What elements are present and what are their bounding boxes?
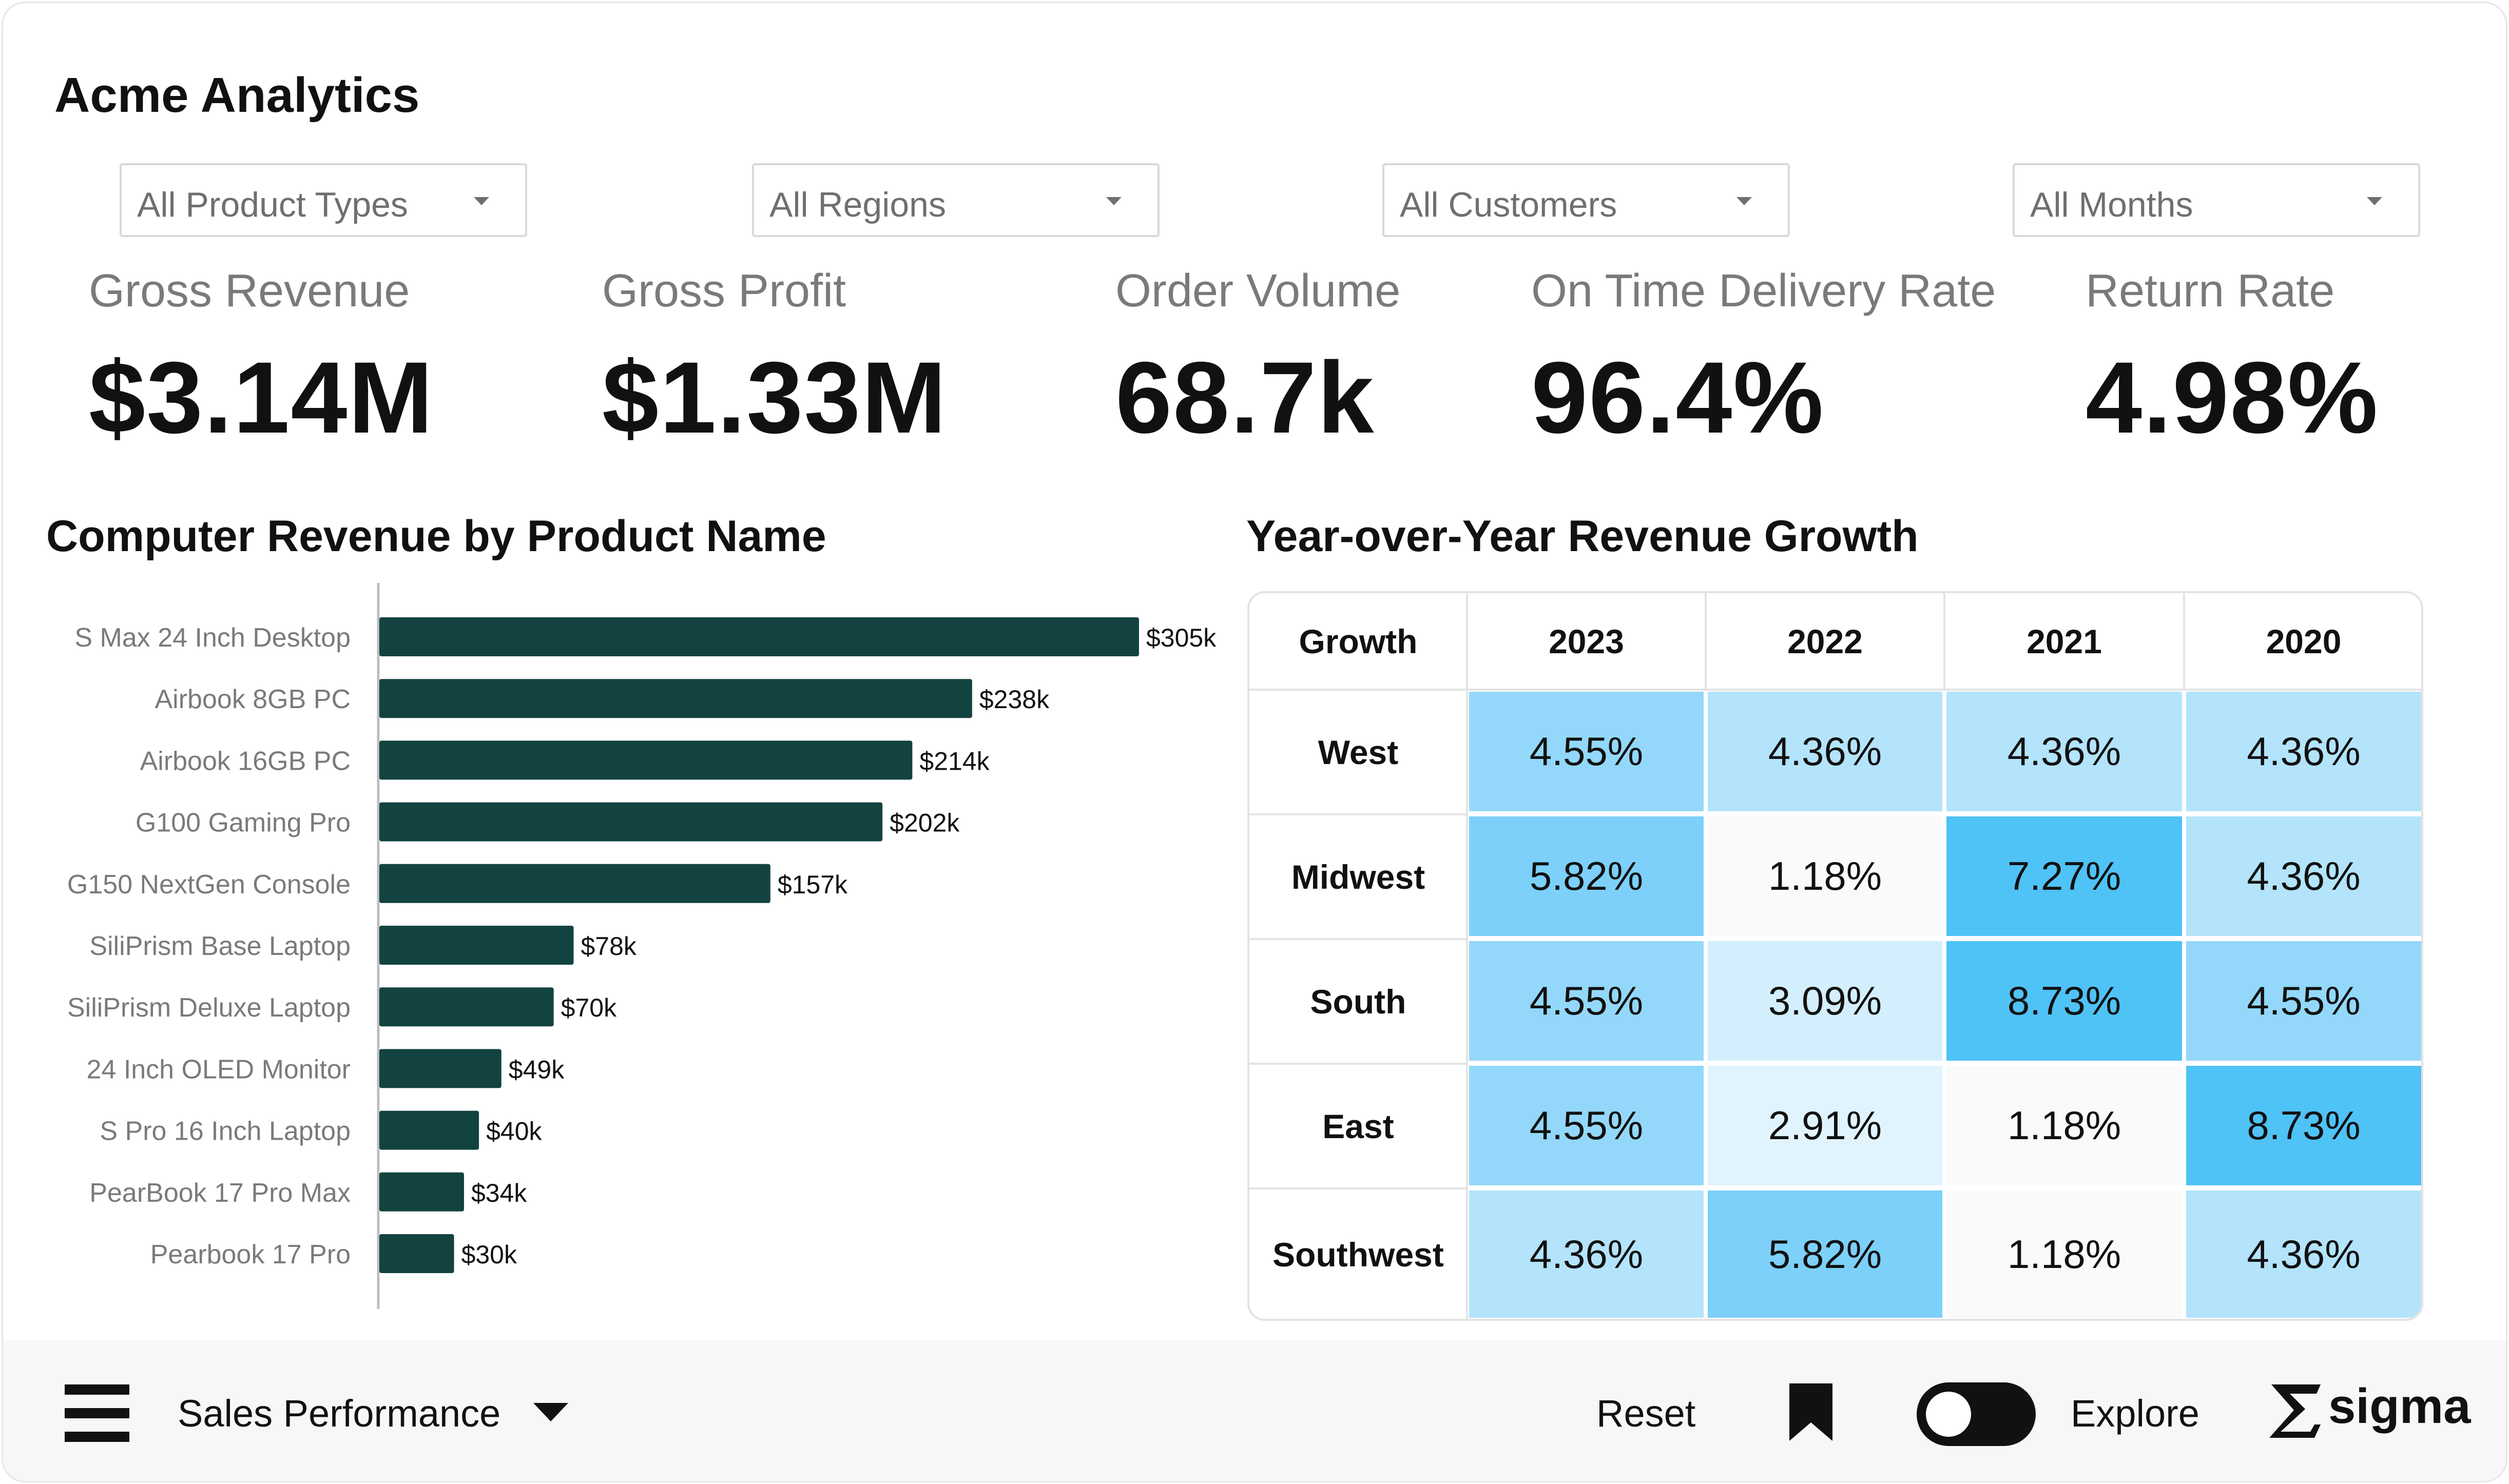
corner-label: Growth <box>1249 593 1467 690</box>
heatmap-cell[interactable]: 4.36% <box>2186 816 2421 936</box>
category-label: 24 Inch OLED Monitor <box>87 1055 351 1084</box>
bar[interactable] <box>379 802 883 842</box>
data-label: $238k <box>979 685 1050 714</box>
row-label: East <box>1249 1065 1467 1187</box>
heatmap-cell[interactable]: 8.73% <box>1946 941 2182 1061</box>
row-label-divider <box>1466 593 1468 1319</box>
caret-down-icon[interactable] <box>533 1403 568 1421</box>
revenue-bar-chart: S Max 24 Inch Desktop $305k Airbook 8GB PC… <box>67 583 1217 1309</box>
category-label: Pearbook 17 Pro <box>150 1240 351 1270</box>
category-label: G150 NextGen Console <box>67 870 351 900</box>
chevron-down-icon <box>2367 197 2382 205</box>
explore-toggle[interactable] <box>1917 1382 2036 1446</box>
bar[interactable] <box>379 987 554 1027</box>
bar[interactable] <box>379 740 913 780</box>
category-label: S Pro 16 Inch Laptop <box>100 1117 351 1146</box>
page-selector[interactable]: Sales Performance <box>178 1392 500 1435</box>
row-label: Southwest <box>1249 1189 1467 1319</box>
filter-label: All Customers <box>1400 185 1617 224</box>
category-label: SiliPrism Deluxe Laptop <box>67 993 351 1023</box>
hamburger-menu-icon[interactable] <box>65 1384 129 1442</box>
heatmap-title: Year-over-Year Revenue Growth <box>1246 512 1919 561</box>
data-label: $49k <box>509 1055 565 1084</box>
row-label: West <box>1249 691 1467 813</box>
heatmap-cell[interactable]: 4.36% <box>2186 692 2421 811</box>
month-filter[interactable]: All Months <box>2013 163 2420 237</box>
data-label: $214k <box>919 747 990 775</box>
row-label: South <box>1249 940 1467 1063</box>
heatmap-cell[interactable]: 4.55% <box>1469 1066 1704 1185</box>
heatmap-cell[interactable]: 4.36% <box>1469 1190 1704 1318</box>
explore-label: Explore <box>2071 1392 2199 1435</box>
data-label: $202k <box>890 809 960 837</box>
category-label: S Max 24 Inch Desktop <box>74 623 351 653</box>
column-header[interactable]: 2022 <box>1706 593 1944 690</box>
bar[interactable] <box>379 1172 464 1212</box>
return-rate-value: 4.98% <box>2086 341 2379 454</box>
sigma-brand: sigma <box>2328 1379 2471 1434</box>
data-label: $30k <box>461 1240 517 1269</box>
bar[interactable] <box>379 864 770 903</box>
heatmap-cell[interactable]: 5.82% <box>1708 1190 1942 1318</box>
data-label: $157k <box>778 870 848 899</box>
column-header[interactable]: 2020 <box>2184 593 2421 690</box>
column-header[interactable]: 2023 <box>1467 593 1706 690</box>
sigma-logo-icon <box>2269 1384 2321 1438</box>
heatmap-cell[interactable]: 4.55% <box>2186 941 2421 1061</box>
column-divider <box>1943 593 1945 690</box>
heatmap-cell[interactable]: 4.36% <box>2186 1190 2421 1318</box>
heatmap-cell[interactable]: 5.82% <box>1469 816 1704 936</box>
reset-button[interactable]: Reset <box>1596 1392 1695 1435</box>
dashboard-frame: Acme Analytics All Product Types All Reg… <box>2 2 2507 1482</box>
heatmap-cell[interactable]: 4.55% <box>1469 692 1704 811</box>
heatmap-cell[interactable]: 1.18% <box>1708 816 1942 936</box>
on-time-delivery-value: 96.4% <box>1531 341 1825 454</box>
column-divider <box>2183 593 2185 690</box>
heatmap-cell[interactable]: 8.73% <box>2186 1066 2421 1185</box>
data-label: $40k <box>486 1117 542 1146</box>
on-time-delivery-label: On Time Delivery Rate <box>1531 265 1996 317</box>
footer-bar: Sales Performance Reset Explore sigma <box>3 1340 2506 1481</box>
heatmap-cell[interactable]: 4.55% <box>1469 941 1704 1061</box>
column-header[interactable]: 2021 <box>1944 593 2184 690</box>
heatmap-cell[interactable]: 4.36% <box>1708 692 1942 811</box>
category-label: G100 Gaming Pro <box>136 808 351 838</box>
column-divider <box>1705 593 1707 690</box>
return-rate-label: Return Rate <box>2086 265 2335 317</box>
data-label: $34k <box>471 1179 527 1207</box>
heatmap-cell[interactable]: 4.36% <box>1946 692 2182 811</box>
bar[interactable] <box>379 679 972 718</box>
heatmap-cell[interactable]: 1.18% <box>1946 1066 2182 1185</box>
growth-heatmap-table: Growth 2023 2022 2021 2020 West 4.55% 4.36% 4.36… <box>1247 591 2423 1321</box>
bar[interactable] <box>379 617 1139 656</box>
bar[interactable] <box>379 1234 454 1273</box>
category-label: PearBook 17 Pro Max <box>89 1178 351 1208</box>
data-label: $78k <box>581 932 636 961</box>
category-label: Airbook 16GB PC <box>140 746 351 776</box>
category-label: Airbook 8GB PC <box>155 685 351 714</box>
customer-filter[interactable]: All Customers <box>1382 163 1790 237</box>
bar[interactable] <box>379 926 574 965</box>
heatmap-cell[interactable]: 1.18% <box>1946 1190 2182 1318</box>
bookmark-icon[interactable] <box>1789 1383 1832 1441</box>
bar[interactable] <box>379 1049 501 1088</box>
data-label: $305k <box>1146 623 1217 652</box>
chevron-down-icon <box>1736 197 1752 205</box>
bar[interactable] <box>379 1110 479 1150</box>
row-label: Midwest <box>1249 815 1467 938</box>
data-label: $70k <box>561 993 617 1022</box>
page-name: Sales Performance <box>178 1392 501 1435</box>
heatmap-cell[interactable]: 2.91% <box>1708 1066 1942 1185</box>
category-label: SiliPrism Base Laptop <box>89 931 351 961</box>
toggle-knob <box>1926 1392 1971 1437</box>
heatmap-cell[interactable]: 7.27% <box>1946 816 2182 936</box>
filter-label: All Months <box>2030 185 2193 224</box>
heatmap-cell[interactable]: 3.09% <box>1708 941 1942 1061</box>
